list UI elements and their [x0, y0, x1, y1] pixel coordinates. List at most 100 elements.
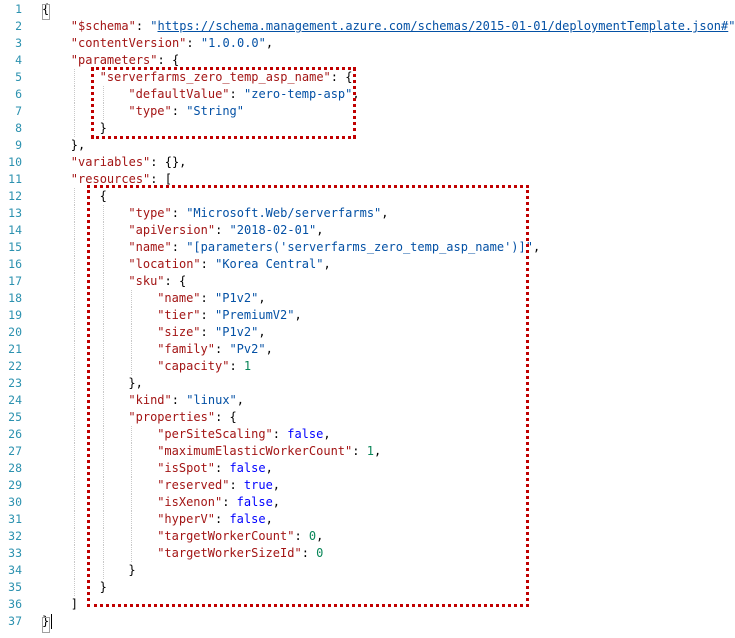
line-number: 1 — [15, 2, 22, 16]
token-p: : — [200, 291, 215, 305]
json-code-editor[interactable]: 1 2 3 4 5 6 7 8 9 10 11 12 13 14 15 16 17 18 19 20 21 22 23 24 2… — [0, 0, 735, 638]
token-str: " — [728, 19, 735, 33]
code-line: }, — [71, 137, 85, 154]
code-line: } — [100, 120, 107, 137]
indent-guide — [131, 290, 133, 307]
token-key: "perSiteScaling" — [157, 427, 273, 441]
code-line: "perSiteScaling": false, — [157, 426, 330, 443]
token-key: "name" — [157, 291, 201, 305]
indent-guide — [73, 256, 75, 273]
indent-guide — [131, 494, 133, 511]
token-p: : { — [157, 53, 180, 67]
token-str: "2018-02-01" — [229, 223, 317, 237]
indent-guide — [131, 545, 133, 562]
token-p: , — [265, 342, 273, 356]
indent-guide — [102, 511, 104, 528]
token-p: : — [214, 342, 230, 356]
token-key: "parameters" — [70, 53, 158, 67]
indent-guide — [102, 103, 104, 120]
token-p: } — [99, 580, 107, 594]
indent-guide — [102, 324, 104, 341]
token-p: : — [229, 359, 244, 373]
token-p: : — [222, 495, 237, 509]
token-p: , — [381, 206, 389, 220]
token-p: , — [316, 529, 324, 543]
token-p: : — [200, 308, 215, 322]
token-lit: false — [229, 461, 266, 475]
indent-guide — [131, 511, 133, 528]
line-number: 19 — [8, 308, 22, 322]
token-p: : — [200, 325, 215, 339]
token-num: 1 — [243, 359, 252, 373]
indent-guide — [102, 545, 104, 562]
code-line: "parameters": { — [71, 52, 179, 69]
code-line: } — [128, 562, 135, 579]
indent-guide — [131, 528, 133, 545]
token-p: : — [301, 546, 317, 560]
token-p: , — [373, 444, 382, 458]
indent-guide — [73, 375, 75, 392]
token-num: 1 — [366, 444, 374, 458]
line-number: 17 — [8, 274, 22, 288]
code-line: "type": "String" — [128, 103, 244, 120]
indent-guide — [131, 358, 133, 375]
code-line: "serverfarms_zero_temp_asp_name": { — [100, 69, 353, 86]
indent-guide — [102, 307, 104, 324]
indent-guide — [102, 477, 104, 494]
code-line: "defaultValue": "zero-temp-asp", — [128, 86, 359, 103]
line-number: 16 — [8, 257, 22, 271]
line-number: 33 — [8, 546, 22, 560]
line-number: 21 — [8, 342, 22, 356]
token-p: , — [316, 223, 324, 237]
token-str: "linux" — [186, 393, 237, 407]
token-key: "type" — [128, 206, 172, 220]
token-p: : — [200, 257, 216, 271]
token-key: "resources" — [70, 172, 151, 186]
indent-guide — [102, 239, 104, 256]
code-line: "size": "P1v2", — [157, 324, 265, 341]
token-p: , — [265, 36, 274, 50]
indent-guide — [73, 69, 75, 86]
token-p: : — [214, 461, 230, 475]
token-p: , — [258, 291, 266, 305]
token-p: : { — [164, 274, 187, 288]
indent-guide — [102, 494, 104, 511]
line-number: 37 — [8, 614, 22, 628]
token-p: : — [171, 104, 187, 118]
token-p: , — [265, 512, 273, 526]
token-url[interactable]: https://schema.management.azure.com/sche… — [158, 19, 729, 33]
line-number: 11 — [8, 172, 22, 186]
token-key: "name" — [128, 240, 172, 254]
token-key: "defaultValue" — [128, 87, 230, 101]
indent-guide — [73, 120, 75, 137]
line-number: 26 — [8, 427, 22, 441]
indent-guide — [131, 324, 133, 341]
indent-guide — [73, 562, 75, 579]
indent-guide — [102, 528, 104, 545]
code-line: "kind": "linux", — [128, 392, 244, 409]
indent-guide — [73, 273, 75, 290]
indent-guide — [73, 443, 75, 460]
code-line: "resources": [ — [71, 171, 172, 188]
code-line: "$schema": "https://schema.management.az… — [71, 18, 735, 35]
indent-guide — [73, 324, 75, 341]
indent-guide — [73, 409, 75, 426]
code-line: "isSpot": false, — [157, 460, 273, 477]
code-line: "capacity": 1 — [157, 358, 251, 375]
indent-guide — [102, 460, 104, 477]
code-area[interactable]: {"$schema": "https://schema.management.a… — [42, 0, 735, 638]
indent-guide — [73, 341, 75, 358]
token-p: : — [229, 478, 244, 492]
token-lit: false — [236, 495, 273, 509]
bracket-match-open — [42, 4, 50, 20]
token-lit: true — [243, 478, 273, 492]
line-number: 28 — [8, 461, 22, 475]
line-number: 27 — [8, 444, 22, 458]
token-p: , — [272, 495, 281, 509]
line-number: 5 — [15, 70, 22, 84]
line-number: 31 — [8, 512, 22, 526]
line-number: 10 — [8, 155, 22, 169]
indent-guide — [73, 307, 75, 324]
line-number: 22 — [8, 359, 22, 373]
token-key: "isSpot" — [157, 461, 215, 475]
